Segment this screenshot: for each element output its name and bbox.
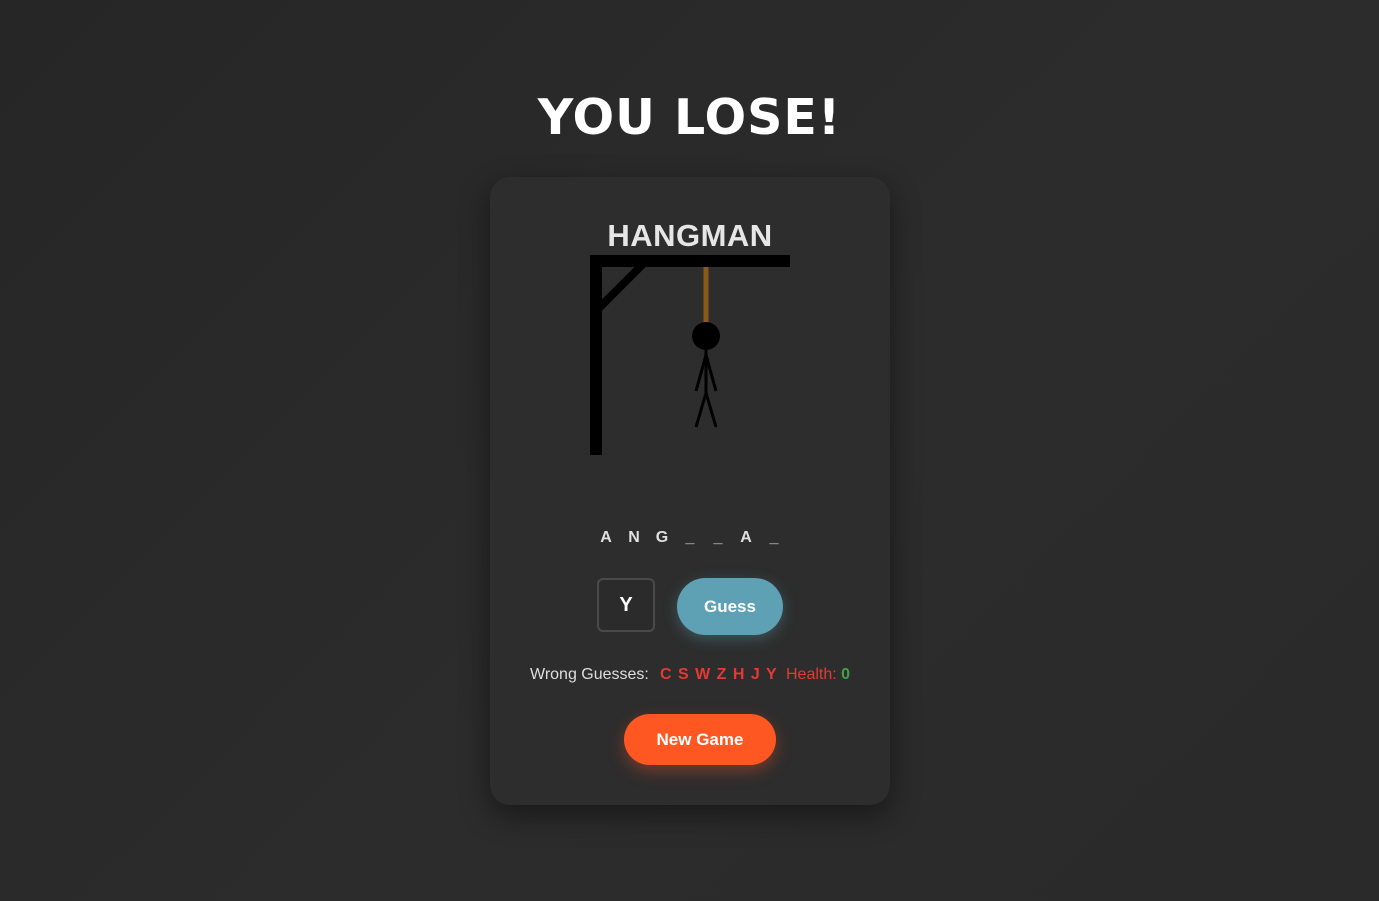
guess-button[interactable]: Guess <box>677 578 783 635</box>
health-display: Health: 0 <box>786 664 850 686</box>
health-label: Health: <box>786 666 837 683</box>
stick-figure-head <box>692 322 720 350</box>
word-display: A N G _ _ A _ <box>490 527 890 549</box>
gallows-drawing <box>590 255 790 455</box>
letter-slot: A <box>740 529 752 546</box>
status-row: Wrong Guesses: C S W Z H J Y Health: 0 <box>490 664 890 686</box>
game-card: HANGMAN A N G _ _ A _ Guess Wrong Guesse… <box>490 177 890 805</box>
letter-slot: G <box>655 529 669 546</box>
new-game-button[interactable]: New Game <box>624 714 776 765</box>
result-banner: YOU LOSE! <box>537 89 842 146</box>
letter-slot: _ <box>713 529 723 546</box>
stick-figure-right-leg <box>704 392 718 428</box>
game-title: HANGMAN <box>607 218 773 253</box>
guess-letter-input[interactable] <box>597 578 655 632</box>
letter-slot: _ <box>769 529 779 546</box>
wrong-guesses-label: Wrong Guesses: <box>530 666 649 683</box>
letter-slot: A <box>600 529 612 546</box>
stick-figure-left-leg <box>694 392 708 428</box>
wrong-guesses-letters: C S W Z H J Y <box>660 666 778 683</box>
gallows-brace <box>593 258 649 314</box>
gallows-beam <box>590 255 790 267</box>
letter-slot: _ <box>685 529 695 546</box>
letter-slot: N <box>628 529 640 546</box>
gallows-post <box>590 255 602 455</box>
guess-row: Guess <box>490 578 890 635</box>
health-value: 0 <box>841 666 851 683</box>
